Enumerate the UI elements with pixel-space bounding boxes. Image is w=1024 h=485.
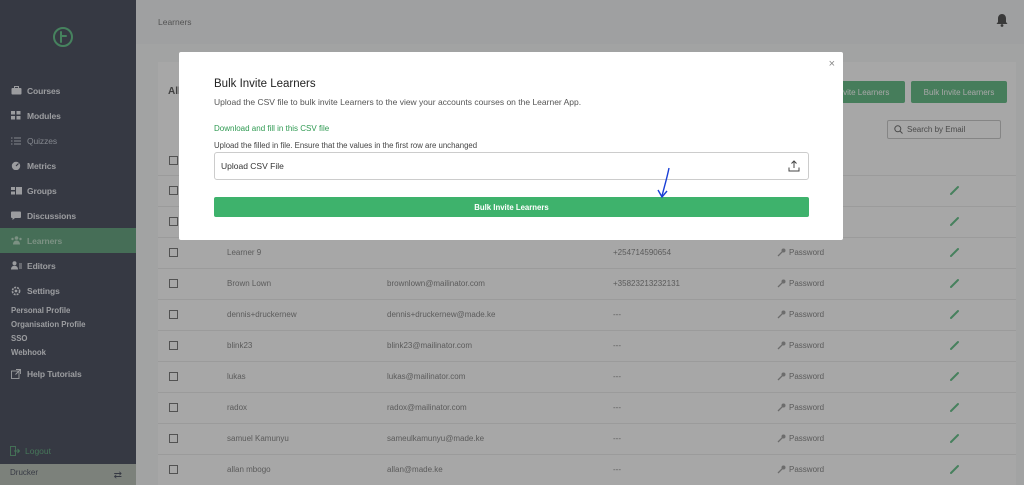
close-icon[interactable]: × xyxy=(829,58,835,70)
upload-icon[interactable] xyxy=(788,160,800,172)
upload-hint: Upload the filled in file. Ensure that t… xyxy=(214,141,478,150)
upload-csv-field[interactable]: Upload CSV File xyxy=(214,152,809,180)
modal-subtitle: Upload the CSV file to bulk invite Learn… xyxy=(214,97,582,107)
download-csv-link[interactable]: Download and fill in this CSV file xyxy=(214,124,329,133)
modal-title: Bulk Invite Learners xyxy=(214,78,316,90)
bulk-invite-modal: × Bulk Invite Learners Upload the CSV fi… xyxy=(179,52,843,240)
annotation-arrow-icon xyxy=(657,167,670,199)
bulk-invite-submit-button[interactable]: Bulk Invite Learners xyxy=(214,197,809,217)
upload-csv-label: Upload CSV File xyxy=(221,161,284,171)
